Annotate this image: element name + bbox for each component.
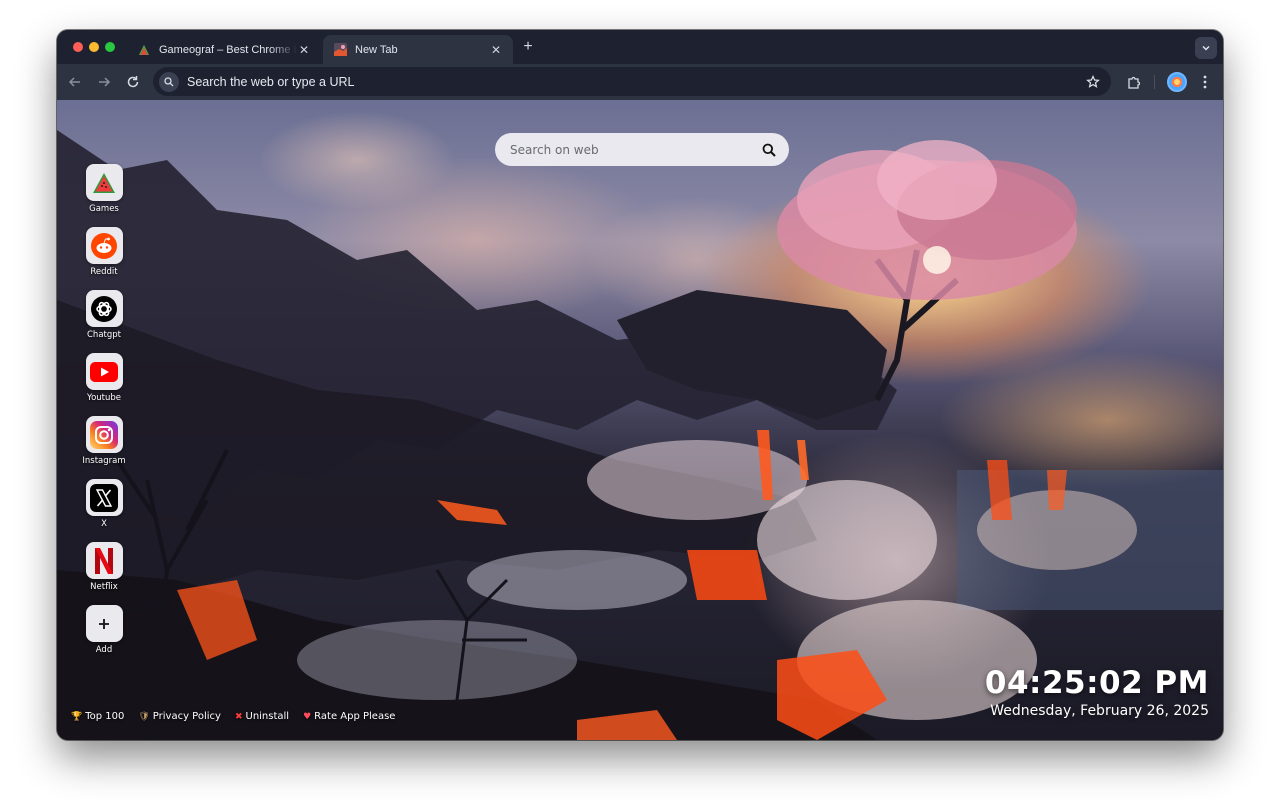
x-icon [85,479,123,516]
clock-time: 04:25:02 PM [984,665,1209,701]
netflix-icon [85,542,123,579]
back-button[interactable] [65,72,85,92]
maximize-window-button[interactable] [105,42,115,52]
footer-link-label: Top 100 [85,711,125,722]
profile-avatar[interactable] [1167,72,1187,92]
privacy-policy-link[interactable]: 🛡 Privacy Policy [138,711,221,722]
reload-icon [127,76,139,88]
shortcut-label: Reddit [90,267,118,277]
shortcut-chatgpt[interactable]: Chatgpt [81,290,127,350]
tab-new-tab[interactable]: New Tab ✕ [323,35,513,64]
reload-button[interactable] [123,72,143,92]
close-icon[interactable]: ✕ [489,43,503,57]
new-tab-button[interactable]: + [519,38,537,56]
address-bar-placeholder: Search the web or type a URL [187,74,355,89]
chevron-down-icon [1202,45,1210,51]
close-window-button[interactable] [73,42,83,52]
shortcut-netflix[interactable]: Netflix [81,542,127,602]
arrow-left-icon [68,77,80,87]
more-menu-icon[interactable] [1195,72,1215,92]
arrow-right-icon [99,77,111,87]
search-icon [159,71,179,92]
shortcut-label: Netflix [90,582,118,592]
footer-links: 🏆 Top 100 🛡 Privacy Policy ✖ Uninstall ♥… [71,711,395,722]
lava-landscape-wallpaper [57,130,1223,740]
shortcut-label: Instagram [82,456,126,466]
footer-link-label: Privacy Policy [152,711,221,722]
plus-icon [85,605,123,642]
clock-date: Wednesday, February 26, 2025 [990,703,1209,719]
uninstall-link[interactable]: ✖ Uninstall [235,711,289,722]
shortcut-reddit[interactable]: Reddit [81,227,127,287]
watermelon-icon [85,164,123,201]
tab-strip: Gameograf – Best Chrome Li ✕ New Tab ✕ + [57,30,1223,64]
cross-icon: ✖ [234,711,243,722]
youtube-icon [85,353,123,390]
add-shortcut-button[interactable]: Add [81,605,127,665]
rate-app-link[interactable]: ♥ Rate App Please [303,711,395,722]
clock-widget: 04:25:02 PM Wednesday, February 26, 2025 [985,666,1209,720]
footer-link-label: Rate App Please [314,711,396,722]
search-icon[interactable] [759,140,779,160]
shortcut-label: Chatgpt [87,330,121,340]
web-search-input[interactable] [510,142,759,157]
reddit-icon [85,227,123,264]
shortcut-instagram[interactable]: Instagram [81,416,127,476]
bookmark-star-icon[interactable] [1083,72,1103,92]
shortcut-label: Games [89,204,119,214]
tab-title: New Tab [355,43,398,56]
shortcut-x[interactable]: X [81,479,127,539]
address-bar[interactable]: Search the web or type a URL [153,67,1111,96]
close-icon[interactable]: ✕ [297,43,311,57]
instagram-icon [85,416,123,453]
shortcut-label: Youtube [87,393,121,403]
footer-link-label: Uninstall [245,711,290,722]
browser-toolbar: Search the web or type a URL [57,64,1223,100]
shortcut-label: Add [95,645,113,655]
shield-icon: 🛡 [138,711,150,722]
web-search-bar [495,133,789,166]
forward-button[interactable] [94,72,114,92]
trophy-icon: 🏆 [71,711,83,722]
tab-search-button[interactable] [1195,37,1217,59]
chatgpt-icon [85,290,123,327]
new-tab-page: Games Reddit Chatgpt Youtube [57,100,1223,740]
tab-title: Gameograf – Best Chrome Li [159,43,297,56]
toolbar-divider [1154,75,1155,89]
browser-window: Gameograf – Best Chrome Li ✕ New Tab ✕ + [57,30,1223,740]
minimize-window-button[interactable] [89,42,99,52]
watermelon-icon [137,43,151,57]
lava-wallpaper-icon [333,43,347,57]
shortcut-label: X [101,519,107,529]
extensions-puzzle-icon[interactable] [1123,72,1143,92]
shortcut-games[interactable]: Games [81,164,127,224]
heart-icon: ♥ [303,711,312,722]
top-100-link[interactable]: 🏆 Top 100 [71,711,124,722]
tab-gameograf[interactable]: Gameograf – Best Chrome Li ✕ [127,35,321,64]
shortcut-youtube[interactable]: Youtube [81,353,127,413]
